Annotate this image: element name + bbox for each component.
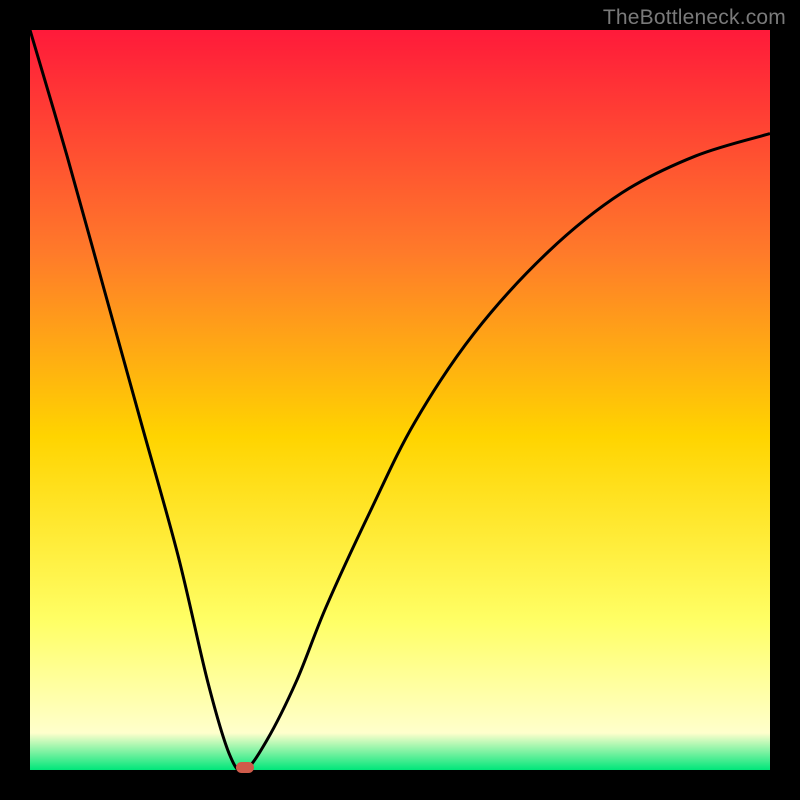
- gradient-background: [30, 30, 770, 770]
- source-credit: TheBottleneck.com: [603, 6, 786, 30]
- bottleneck-plot: [30, 30, 770, 770]
- chart-frame: [30, 30, 770, 770]
- optimal-marker: [236, 762, 254, 773]
